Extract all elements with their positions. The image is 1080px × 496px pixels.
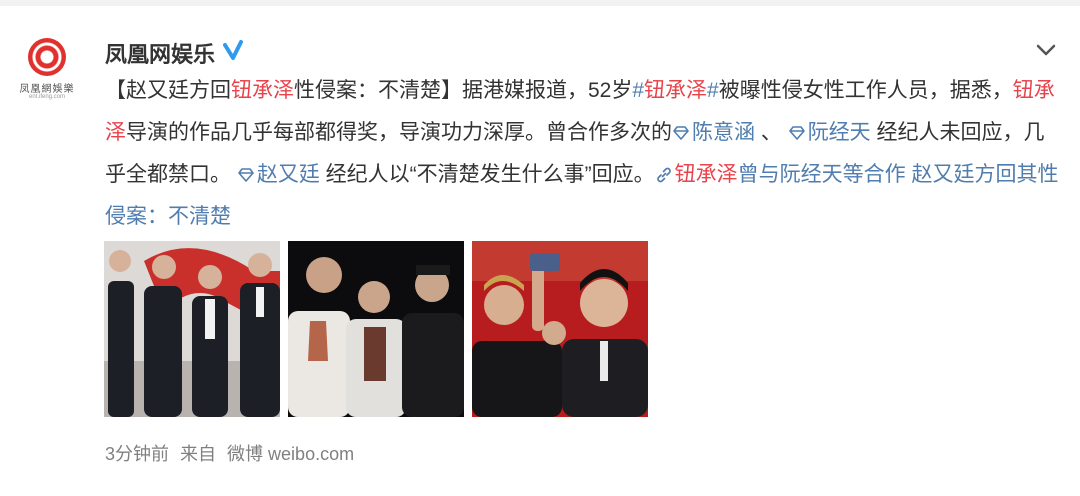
verified-icon (223, 40, 243, 60)
hashtag-hash-open: # (632, 79, 645, 102)
title-name: 钮承泽 (231, 79, 294, 102)
post-text: 【赵又廷方回钮承泽性侵案：不清楚】据港媒报道，52岁#钮承泽#被曝性侵女性工作人… (105, 70, 1065, 238)
photo-thumbnail-2[interactable] (288, 241, 464, 417)
photo-three-men-dark (288, 241, 464, 417)
diamond-icon (673, 126, 689, 141)
hashtag-name: 钮承泽 (644, 79, 708, 102)
title-bracket-close: 】 (441, 79, 462, 102)
mention-link-3[interactable]: 赵又廷 (237, 163, 320, 186)
logo-subtext: ent.ifeng.com (28, 94, 66, 100)
photo-selfie (472, 241, 648, 417)
ifeng-logo-icon (28, 38, 66, 76)
diamond-icon (788, 126, 805, 141)
photo-group-four-men (104, 241, 280, 417)
mention-link-1[interactable]: 陈意涵 (672, 121, 755, 144)
text-seg3: 导演的作品几乎每部都得奖，导演功力深厚。曾合作多次的 (126, 121, 672, 144)
account-avatar[interactable]: 凤凰網娛樂 ent.ifeng.com (14, 38, 80, 104)
separator-1: 、 (755, 121, 782, 144)
from-label: 来自 (180, 444, 217, 464)
title-part1: 赵又廷方回 (126, 79, 231, 102)
post-meta: 3分钟前 来自 微博 weibo.com (105, 440, 360, 466)
diamond-icon (238, 168, 254, 183)
text-seg1: 据港媒报道，52岁 (462, 79, 633, 102)
mention-2-text: 阮经天 (807, 121, 871, 144)
title-part2: 性侵案：不清楚 (294, 79, 441, 102)
photo-thumbnail-1[interactable] (104, 241, 280, 417)
logo-text: 凤凰網娛樂 (19, 84, 75, 95)
mention-1-text: 陈意涵 (692, 121, 755, 144)
top-divider (0, 0, 1080, 6)
hashtag-link[interactable]: #钮承泽# (632, 79, 718, 102)
title-bracket-open: 【 (105, 79, 126, 102)
link-icon (656, 168, 671, 183)
post-source[interactable]: 微博 weibo.com (227, 444, 354, 464)
text-seg5: 经纪人以“不清楚发生什么事”回应。 (319, 163, 655, 186)
article-link-name: 钮承泽 (674, 163, 738, 186)
text-seg2: 被曝性侵女性工作人员，据悉， (718, 79, 1013, 102)
chevron-down-icon[interactable] (1034, 40, 1058, 60)
photo-thumbnail-3[interactable] (472, 241, 648, 417)
hashtag-hash-close: # (707, 79, 719, 102)
mention-3-text: 赵又廷 (256, 163, 320, 186)
mention-link-2[interactable]: 阮经天 (788, 121, 871, 144)
post-time[interactable]: 3分钟前 (105, 444, 169, 464)
account-name[interactable]: 凤凰网娱乐 (105, 37, 215, 69)
